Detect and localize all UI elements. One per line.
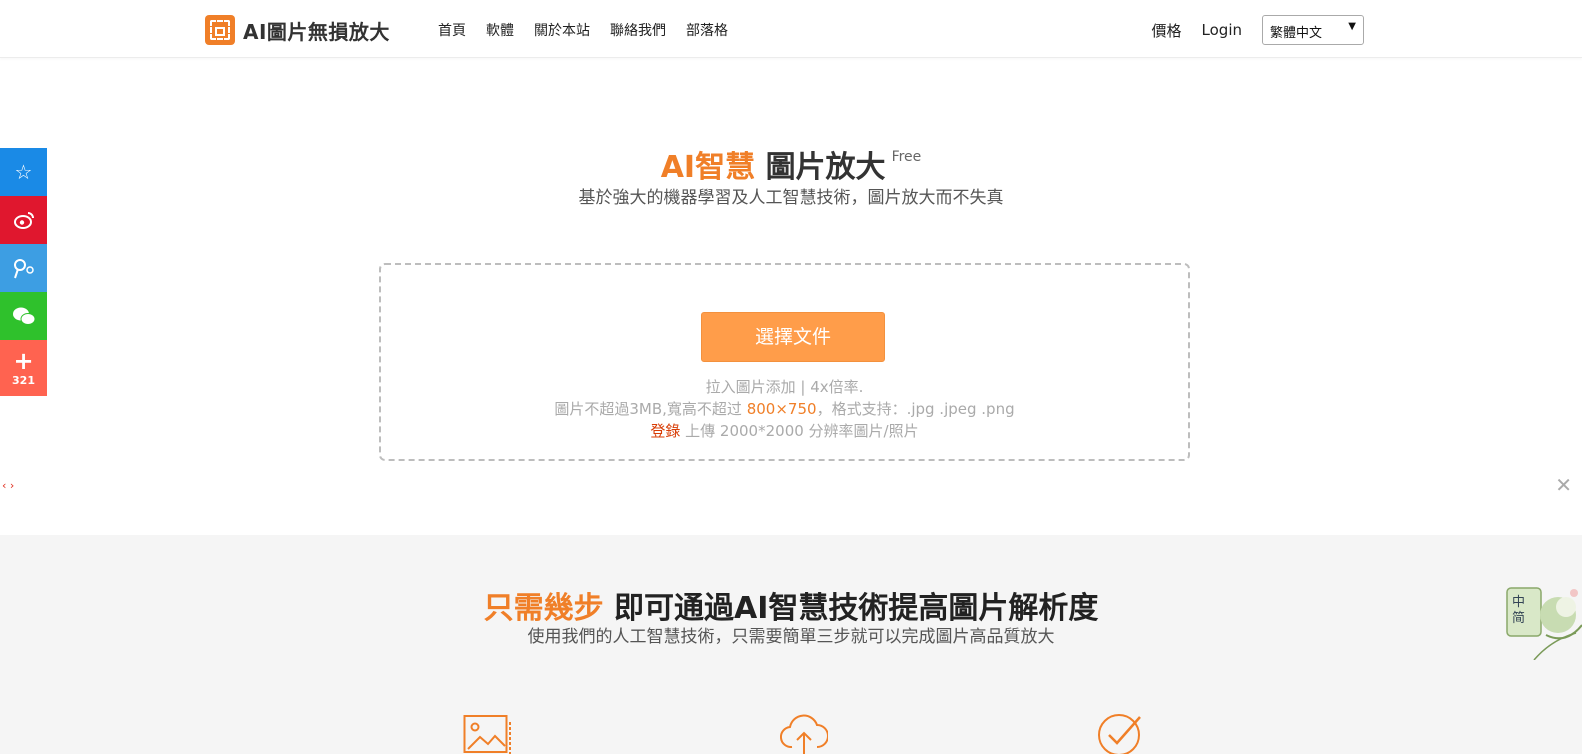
- nav-about[interactable]: 關於本站: [534, 20, 590, 40]
- more-share-button[interactable]: + 321: [0, 340, 47, 396]
- plus-icon: +: [13, 346, 34, 375]
- site-logo[interactable]: AI圖片無損放大: [205, 15, 390, 45]
- steps-title-main: 即可通過AI智慧技術提高圖片解析度: [603, 591, 1099, 626]
- wechat-share-button[interactable]: [0, 292, 47, 340]
- free-badge: Free: [891, 149, 922, 165]
- hero-title: AI智慧 圖片放大 Free: [0, 142, 1582, 186]
- nav-contact[interactable]: 聯絡我們: [610, 20, 666, 40]
- upload-hint-limits: 圖片不超過3MB,寬高不超过 800×750，格式支持：.jpg .jpeg .…: [381, 398, 1188, 419]
- choose-file-button[interactable]: 選擇文件: [701, 312, 885, 362]
- nav-blog[interactable]: 部落格: [686, 20, 728, 40]
- wechat-icon: [12, 307, 35, 325]
- tencent-weibo-icon: [13, 259, 34, 279]
- tencent-weibo-share-button[interactable]: [0, 244, 47, 292]
- upload-hint-login: 登錄 上傳 2000*2000 分辨率圖片/照片: [381, 420, 1188, 441]
- upload-hint-drag: 拉入圖片添加 | 4x倍率.: [705, 378, 864, 396]
- hero-subtitle: 基於強大的機器學習及人工智慧技術，圖片放大而不失真: [578, 188, 1004, 208]
- nav-software[interactable]: 軟體: [486, 20, 514, 40]
- steps-title: 只需幾步 即可通過AI智慧技術提高圖片解析度: [0, 583, 1582, 627]
- weibo-icon: [13, 212, 34, 229]
- steps-section: 只需幾步 即可通過AI智慧技術提高圖片解析度 使用我們的人工智慧技術，只需要簡單…: [0, 535, 1582, 754]
- language-switch-badge[interactable]: 中 简: [1506, 585, 1582, 661]
- login-hint-text: 上傳 2000*2000 分辨率圖片/照片: [680, 422, 919, 440]
- image-upload-icon: [463, 715, 511, 754]
- cloud-upload-icon: [780, 714, 828, 754]
- hero-title-main: 圖片放大: [765, 150, 886, 185]
- limits-prefix: 圖片不超過3MB,寬高不超过: [554, 400, 747, 418]
- formats-text: ，格式支持：.jpg .jpeg .png: [816, 400, 1015, 418]
- dropdown-arrow-icon: ▼: [1348, 21, 1356, 32]
- main-nav: 首頁 軟體 關於本站 聯絡我們 部落格: [438, 20, 728, 40]
- steps-title-accent: 只需幾步: [483, 591, 604, 626]
- nav-home[interactable]: 首頁: [438, 20, 466, 40]
- login-inline-link[interactable]: 登錄: [650, 422, 680, 440]
- pricing-link[interactable]: 價格: [1152, 20, 1182, 41]
- check-done-icon: [1098, 714, 1141, 754]
- collapse-arrows-icon[interactable]: ‹ ›: [2, 479, 14, 492]
- max-size: 800×750: [746, 400, 817, 418]
- logo-text: AI圖片無損放大: [243, 19, 390, 44]
- badge-simplified: 简: [1512, 611, 1526, 626]
- share-count: 321: [12, 373, 35, 387]
- upload-dropzone[interactable]: 選擇文件 拉入圖片添加 | 4x倍率. 圖片不超過3MB,寬高不超过 800×7…: [379, 263, 1190, 461]
- close-icon[interactable]: ✕: [1555, 473, 1572, 497]
- language-value: 繁體中文: [1270, 26, 1323, 41]
- site-header: AI圖片無損放大 首頁 軟體 關於本站 聯絡我們 部落格 價格 Login 繁體…: [0, 0, 1582, 58]
- language-select[interactable]: 繁體中文 ▼: [1262, 15, 1364, 45]
- steps-subtitle: 使用我們的人工智慧技術，只需要簡單三步就可以完成圖片高品質放大: [527, 627, 1055, 647]
- header-actions: 價格 Login 繁體中文 ▼: [1152, 15, 1364, 45]
- login-link[interactable]: Login: [1202, 21, 1242, 39]
- logo-icon: [205, 15, 235, 45]
- hero-title-accent: AI智慧: [660, 150, 756, 185]
